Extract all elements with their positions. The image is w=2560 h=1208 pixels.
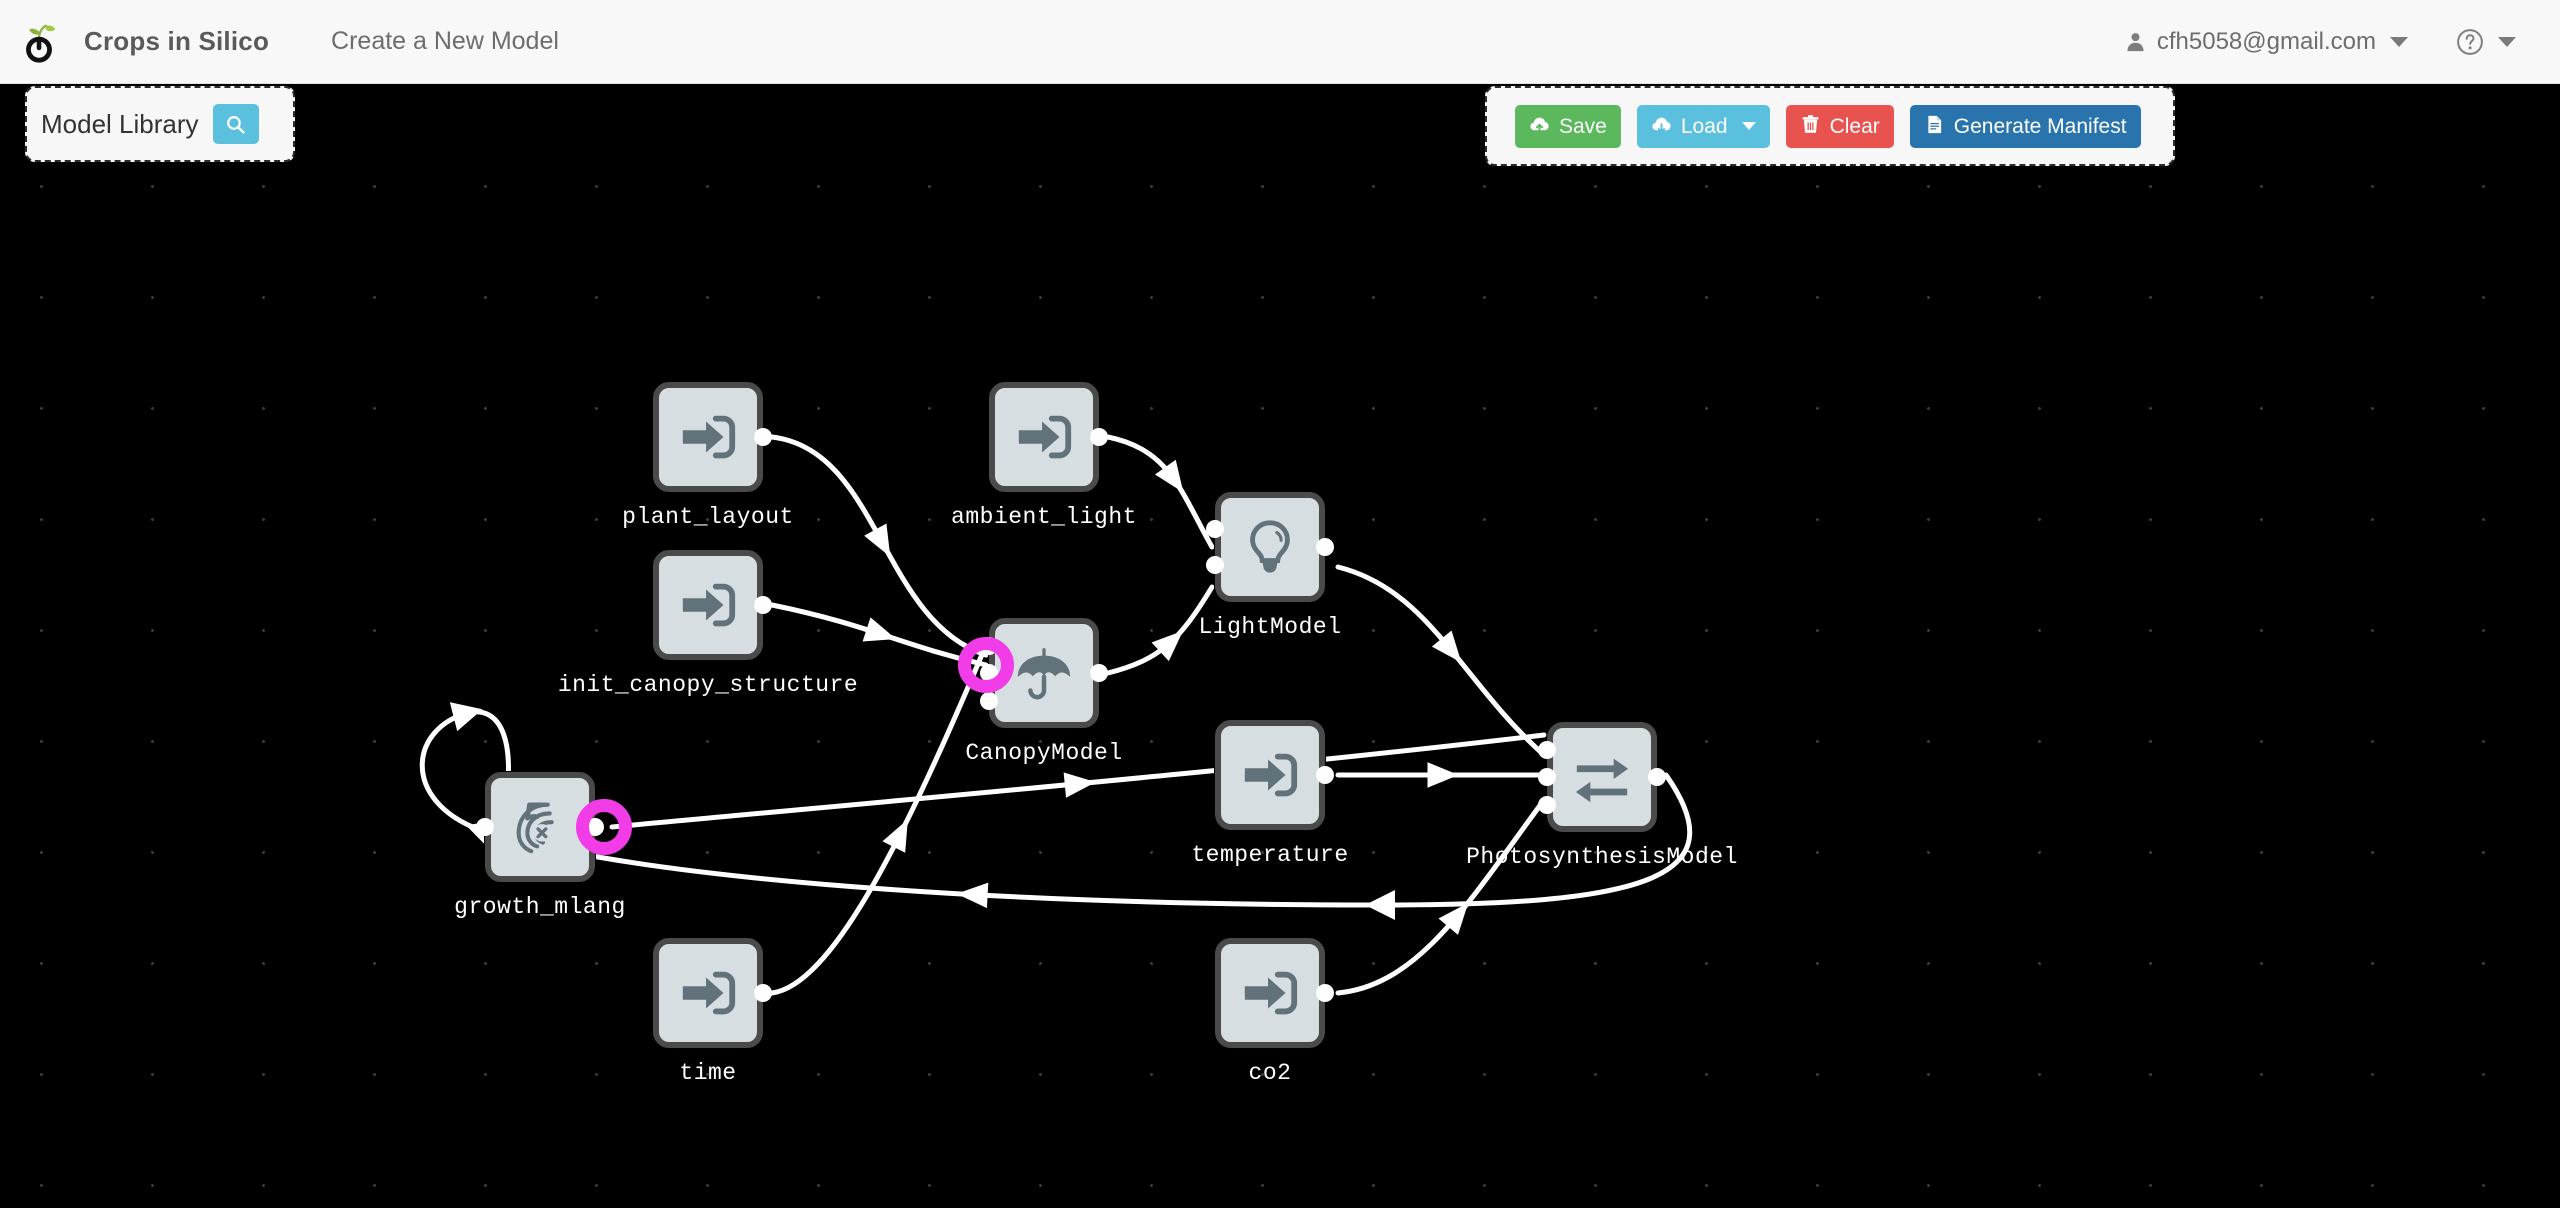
cloud-upload-icon [1529, 114, 1550, 139]
graph-node-time[interactable]: time [653, 938, 772, 1086]
input-port[interactable] [1538, 768, 1556, 786]
help-menu[interactable] [2456, 28, 2516, 56]
output-port[interactable] [1316, 538, 1334, 556]
load-label: Load [1680, 114, 1728, 138]
input-port[interactable] [980, 691, 998, 710]
edge-arrowhead [1063, 772, 1096, 798]
app-root: plant_layout ambient_light init_canopy_str… [0, 0, 2560, 1208]
user-menu[interactable]: cfh5058@gmail.com [2125, 28, 2408, 56]
output-port[interactable] [586, 818, 604, 836]
edge-co2-to-PhotosynthesisModel[interactable] [1335, 797, 1547, 996]
output-port[interactable] [1316, 984, 1334, 1002]
umbrella-icon[interactable] [989, 618, 1099, 728]
input-arrow-icon[interactable] [1215, 938, 1325, 1048]
header-right-group: cfh5058@gmail.com [2125, 28, 2516, 56]
edge-LightModel-to-PhotosynthesisModel[interactable] [1335, 564, 1547, 758]
input-port[interactable] [1538, 795, 1556, 814]
output-port[interactable] [1316, 766, 1334, 784]
graph-node-plant_layout[interactable]: plant_layout [622, 382, 793, 530]
input-arrow-icon[interactable] [653, 938, 763, 1048]
exchange-arrows-icon[interactable] [1547, 722, 1657, 832]
load-button[interactable]: Load [1636, 104, 1770, 148]
document-icon [1924, 114, 1945, 139]
output-port[interactable] [754, 596, 772, 614]
top-header-bar: Crops in Silico Create a New Model cfh50… [0, 0, 2560, 84]
generate-manifest-button[interactable]: Generate Manifest [1909, 104, 2141, 148]
chevron-down-icon [1741, 122, 1756, 130]
graph-node-ambient_light[interactable]: ambient_light [951, 382, 1136, 530]
nav-create-new-model[interactable]: Create a New Model [331, 27, 559, 56]
input-arrow-icon[interactable] [1215, 720, 1325, 830]
lightbulb-icon[interactable] [1215, 492, 1325, 602]
input-port[interactable] [1538, 740, 1556, 759]
graph-node-temperature[interactable]: temperature [1191, 720, 1348, 868]
model-library-panel[interactable]: Model Library [25, 86, 295, 162]
chevron-down-icon [2498, 36, 2516, 47]
save-label: Save [1559, 114, 1607, 138]
input-arrow-icon[interactable] [989, 382, 1099, 492]
input-port[interactable] [980, 636, 998, 655]
clear-label: Clear [1829, 114, 1880, 138]
graph-node-init_canopy_structure[interactable]: init_canopy_structure [558, 550, 858, 698]
input-port[interactable] [980, 664, 998, 682]
sprout-power-logo [16, 19, 62, 65]
search-icon[interactable] [212, 104, 259, 144]
input-arrow-icon[interactable] [653, 382, 763, 492]
graph-node-co2[interactable]: co2 [1215, 938, 1334, 1086]
chevron-down-icon [2390, 36, 2408, 47]
edge-arrowhead [862, 617, 897, 642]
output-port[interactable] [1090, 664, 1108, 682]
graph-node-LightModel[interactable]: LightModel [1198, 492, 1341, 640]
edge-arrowhead [864, 523, 891, 557]
output-port[interactable] [1090, 428, 1108, 446]
trash-icon [1800, 114, 1821, 139]
edge-time-to-CanopyModel[interactable] [769, 642, 989, 996]
user-email-label: cfh5058@gmail.com [2156, 27, 2376, 55]
graph-toolbar-panel: Save Load Clear Generate Manifest [1485, 86, 2175, 166]
graph-node-PhotosynthesisModel[interactable]: PhotosynthesisModel [1466, 722, 1737, 870]
output-port[interactable] [754, 428, 772, 446]
input-arrow-icon[interactable] [653, 550, 763, 660]
brand-title: Crops in Silico [84, 26, 270, 56]
edge-arrowhead [956, 882, 989, 909]
user-icon [2125, 31, 2146, 52]
growth-5x-icon[interactable] [485, 772, 595, 882]
edge-CanopyModel-to-LightModel[interactable] [1105, 584, 1215, 676]
clear-button[interactable]: Clear [1785, 104, 1894, 148]
input-port[interactable] [1206, 519, 1224, 538]
manifest-label: Generate Manifest [1953, 114, 2127, 138]
model-graph-canvas[interactable]: plant_layout ambient_light init_canopy_str… [0, 0, 2560, 1208]
edge-arrowhead [882, 819, 908, 853]
graph-node-growth_mlang[interactable]: growth_mlang [454, 772, 625, 920]
input-port[interactable] [476, 818, 494, 836]
model-library-title: Model Library [41, 108, 199, 139]
cloud-download-icon [1651, 114, 1672, 139]
graph-node-CanopyModel[interactable]: CanopyModel [965, 618, 1122, 766]
edge-ambient_light-to-LightModel[interactable] [1105, 434, 1215, 550]
help-circle-icon [2456, 28, 2484, 56]
output-port[interactable] [1648, 768, 1666, 786]
edge-arrowhead [1427, 762, 1459, 788]
save-button[interactable]: Save [1515, 104, 1621, 148]
output-port[interactable] [754, 984, 772, 1002]
